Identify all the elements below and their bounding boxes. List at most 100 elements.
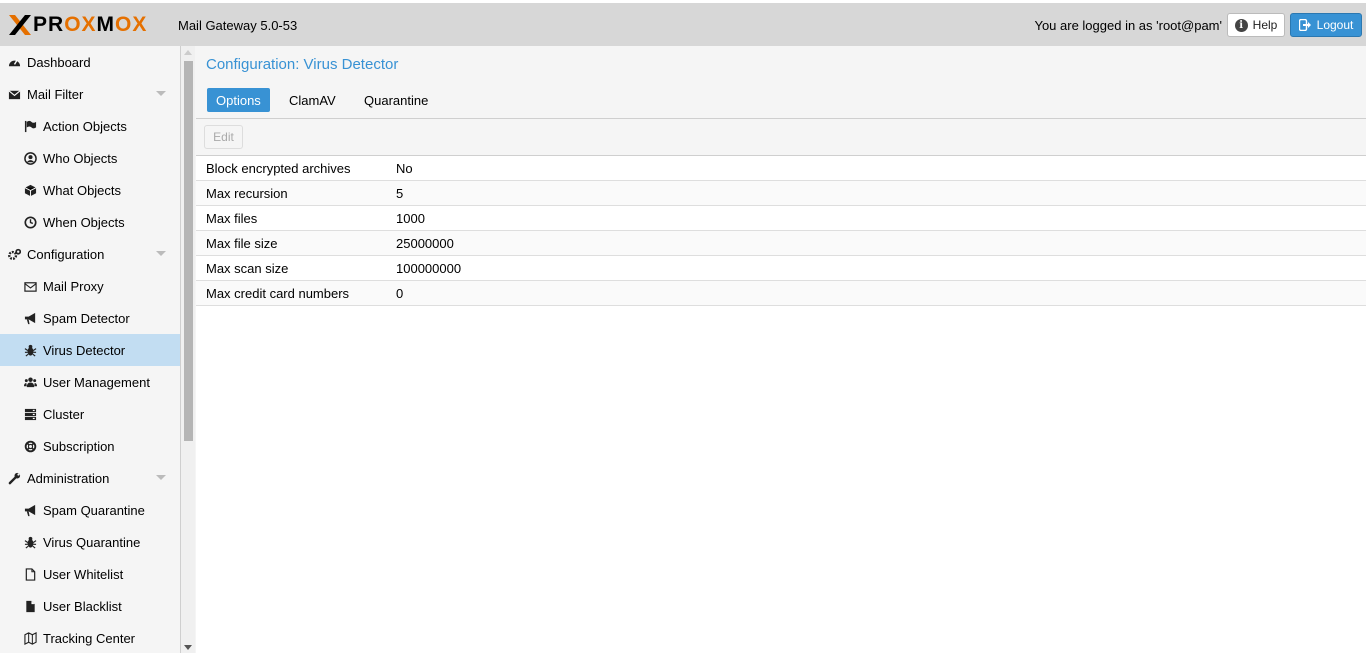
- table-row[interactable]: Max scan size 100000000: [196, 256, 1366, 281]
- row-value: 100000000: [396, 260, 462, 276]
- header-bar: PROXMOX Mail Gateway 5.0-53 You are logg…: [0, 0, 1366, 46]
- server-icon: [24, 408, 37, 421]
- row-value: No: [396, 160, 413, 176]
- table-row[interactable]: Max recursion 5: [196, 181, 1366, 206]
- scroll-down-arrow-icon[interactable]: [184, 645, 192, 650]
- sidebar-item-label: Virus Quarantine: [43, 534, 141, 550]
- panel-header: Configuration: Virus Detector Options Cl…: [196, 46, 1366, 119]
- main-panel: Configuration: Virus Detector Options Cl…: [196, 46, 1366, 653]
- table-row[interactable]: Max file size 25000000: [196, 231, 1366, 256]
- sidebar-item-label: Administration: [27, 470, 110, 486]
- sidebar-item-mail-proxy[interactable]: Mail Proxy: [0, 270, 180, 302]
- tab-quarantine[interactable]: Quarantine: [355, 88, 437, 112]
- sidebar-item-mail-filter[interactable]: Mail Filter: [0, 78, 180, 110]
- tab-clamav[interactable]: ClamAV: [280, 88, 345, 112]
- sidebar-item-label: User Management: [43, 374, 150, 390]
- sidebar-item-label: Who Objects: [43, 150, 118, 166]
- sidebar-item-label: Configuration: [27, 246, 105, 262]
- user-circle-icon: [24, 151, 37, 165]
- users-icon: [24, 376, 37, 389]
- map-icon: [24, 631, 37, 645]
- table-row[interactable]: Max credit card numbers 0: [196, 281, 1366, 306]
- scrollbar-thumb[interactable]: [184, 61, 193, 441]
- sidebar-item-spam-detector[interactable]: Spam Detector: [0, 302, 180, 334]
- login-status: You are logged in as 'root@pam': [1034, 18, 1222, 33]
- sidebar-item-dashboard[interactable]: Dashboard: [0, 46, 180, 78]
- scroll-up-arrow-icon[interactable]: [184, 50, 192, 55]
- help-label: Help: [1252, 18, 1278, 32]
- proxmox-x-icon: [9, 15, 31, 35]
- row-key: Max files: [206, 210, 258, 226]
- sidebar-item-virus-quarantine[interactable]: Virus Quarantine: [0, 526, 180, 558]
- sidebar-item-when-objects[interactable]: When Objects: [0, 206, 180, 238]
- sidebar-item-label: What Objects: [43, 182, 122, 198]
- sidebar-item-label: When Objects: [43, 214, 125, 230]
- logout-button[interactable]: Logout: [1290, 13, 1362, 37]
- sidebar-item-cluster[interactable]: Cluster: [0, 398, 180, 430]
- info-icon: i: [1234, 18, 1248, 32]
- wrench-icon: [8, 472, 21, 485]
- sidebar-item-label: Dashboard: [27, 54, 91, 70]
- sidebar-item-label: Subscription: [43, 438, 115, 454]
- sidebar-nav: Dashboard Mail Filter Action Objects Who…: [0, 46, 181, 653]
- envelope-outline-icon: [24, 280, 37, 293]
- sidebar-item-user-blacklist[interactable]: User Blacklist: [0, 590, 180, 622]
- sidebar-item-user-whitelist[interactable]: User Whitelist: [0, 558, 180, 590]
- flag-icon: [24, 120, 37, 133]
- row-key: Max scan size: [206, 260, 289, 276]
- envelope-icon: [8, 88, 21, 101]
- sidebar-item-tracking-center[interactable]: Tracking Center: [0, 622, 180, 653]
- sidebar-item-subscription[interactable]: Subscription: [0, 430, 180, 462]
- logo-text: PROXMOX: [33, 13, 148, 36]
- table-row[interactable]: Block encrypted archives No: [196, 156, 1366, 181]
- edit-button[interactable]: Edit: [204, 125, 243, 149]
- row-key: Max recursion: [206, 185, 288, 201]
- toolbar: Edit: [196, 119, 1366, 156]
- options-grid: Block encrypted archives No Max recursio…: [196, 156, 1366, 306]
- sidebar-item-label: Tracking Center: [43, 630, 135, 646]
- sidebar-item-administration[interactable]: Administration: [0, 462, 180, 494]
- sidebar-item-label: Mail Proxy: [43, 278, 104, 294]
- life-ring-icon: [24, 440, 37, 453]
- row-key: Block encrypted archives: [206, 160, 351, 176]
- chevron-down-icon[interactable]: [156, 91, 166, 96]
- row-key: Max credit card numbers: [206, 285, 350, 301]
- product-version: Mail Gateway 5.0-53: [178, 18, 298, 33]
- sidebar-item-configuration[interactable]: Configuration: [0, 238, 180, 270]
- sidebar-item-label: Mail Filter: [27, 86, 84, 102]
- sidebar-scrollbar[interactable]: [181, 46, 195, 653]
- dashboard-icon: [8, 56, 21, 69]
- row-value: 0: [396, 285, 404, 301]
- clock-icon: [24, 215, 37, 229]
- chevron-down-icon[interactable]: [156, 475, 166, 480]
- bullhorn-icon: [24, 504, 37, 517]
- tab-options[interactable]: Options: [207, 88, 270, 112]
- page-title: Configuration: Virus Detector: [206, 56, 399, 73]
- sidebar-item-who-objects[interactable]: Who Objects: [0, 142, 180, 174]
- sidebar-item-label: Spam Detector: [43, 310, 130, 326]
- sidebar-item-action-objects[interactable]: Action Objects: [0, 110, 180, 142]
- table-row[interactable]: Max files 1000: [196, 206, 1366, 231]
- sidebar-item-label: Spam Quarantine: [43, 502, 145, 518]
- sidebar-item-label: User Blacklist: [43, 598, 122, 614]
- sidebar-item-what-objects[interactable]: What Objects: [0, 174, 180, 206]
- file-outline-icon: [24, 567, 37, 581]
- sidebar-item-label: Virus Detector: [43, 342, 126, 358]
- bug-icon: [24, 536, 37, 549]
- sidebar-item-virus-detector[interactable]: Virus Detector: [0, 334, 180, 366]
- sidebar-item-spam-quarantine[interactable]: Spam Quarantine: [0, 494, 180, 526]
- logout-label: Logout: [1316, 18, 1354, 32]
- sidebar-item-label: Cluster: [43, 406, 85, 422]
- row-value: 25000000: [396, 235, 454, 251]
- chevron-down-icon[interactable]: [156, 251, 166, 256]
- cogs-icon: [8, 248, 21, 261]
- sidebar-item-user-management[interactable]: User Management: [0, 366, 180, 398]
- bullhorn-icon: [24, 312, 37, 325]
- cube-icon: [24, 184, 37, 197]
- proxmox-logo: PROXMOX: [8, 14, 147, 36]
- file-icon: [24, 600, 37, 613]
- row-value: 5: [396, 185, 404, 201]
- sidebar-item-label: Action Objects: [43, 118, 127, 134]
- help-button[interactable]: i Help: [1227, 13, 1285, 37]
- bug-icon: [24, 344, 37, 357]
